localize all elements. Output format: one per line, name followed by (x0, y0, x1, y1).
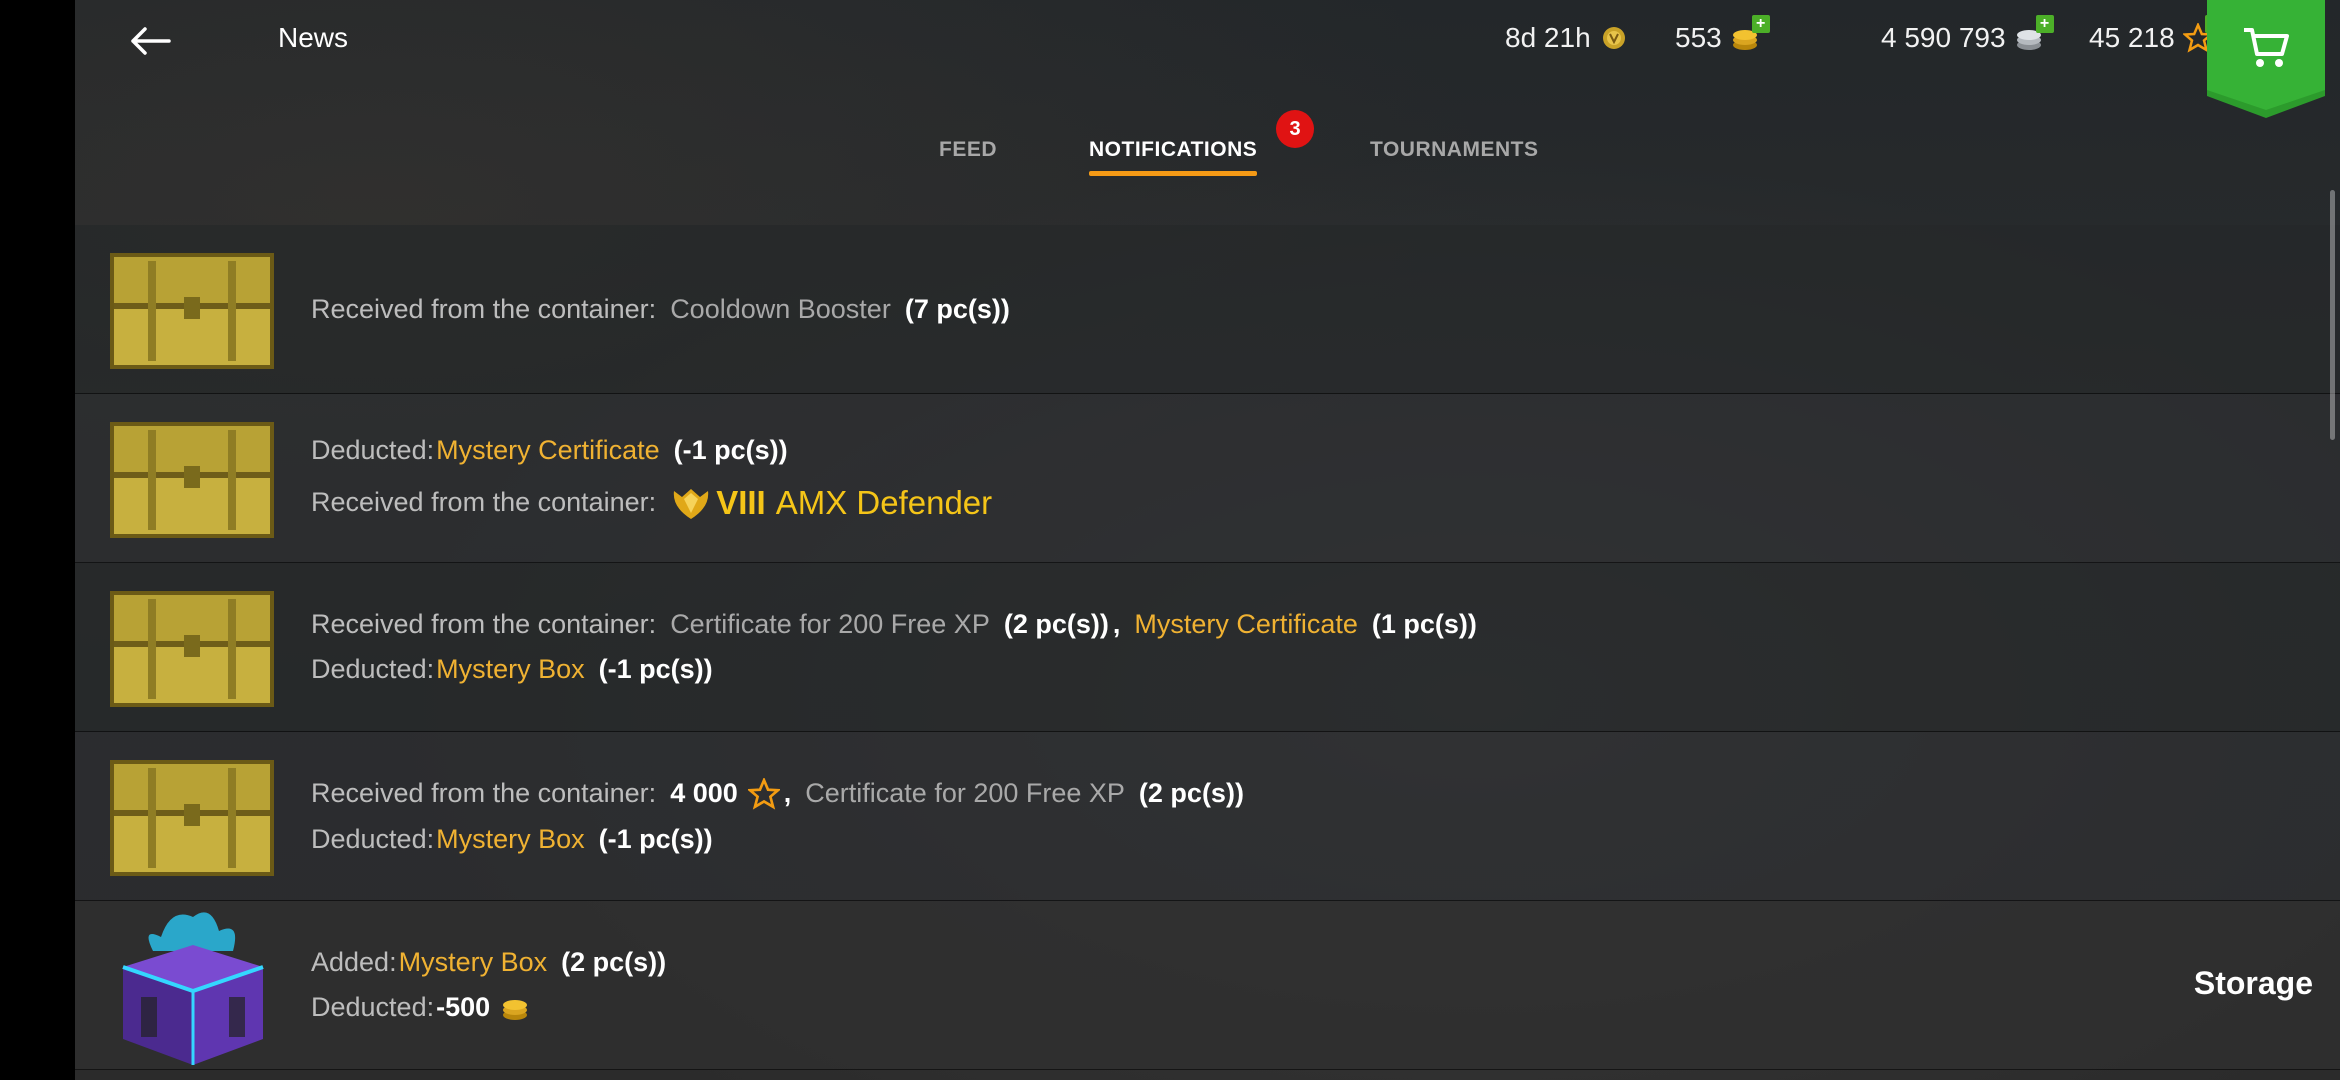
list-item[interactable]: Received from the container: Cooldown Bo… (75, 225, 2340, 394)
gold-coins-icon: + (1730, 15, 1770, 53)
trophy-icon (1602, 27, 1625, 49)
chest-icon (110, 253, 274, 369)
page-title: News (278, 22, 349, 53)
item-quantity: (-1 pc(s)) (598, 823, 713, 854)
tab-feed[interactable]: FEED (939, 138, 997, 162)
item-quantity: (-1 pc(s)) (598, 654, 713, 684)
notification-text: Deducted: Mystery Certificate (-1 pc(s))… (311, 394, 992, 562)
separator: , (783, 778, 792, 808)
add-gold-icon[interactable]: + (1751, 15, 1770, 33)
item-quantity: (2 pc(s)) (561, 947, 667, 977)
storage-button[interactable]: Storage (2194, 965, 2313, 1002)
mystery-box-icon (122, 912, 264, 1065)
top-bar: News 8d 21h 553 + 4 590 793 + 45 218 (75, 0, 2340, 118)
item-quantity: (2 pc(s)) (1138, 778, 1244, 808)
line-label: Received from the container: (311, 487, 657, 517)
list-item[interactable]: Added: Mystery Box (2 pc(s)) Deducted: -… (75, 901, 2340, 1070)
free-xp-amount: 45 218 (2089, 22, 2175, 53)
vehicle-name: AMX Defender (775, 483, 993, 521)
gold-coins-icon (503, 999, 528, 1020)
credits-amount: 4 590 793 (1881, 22, 2006, 53)
line-label: Deducted: (311, 654, 435, 684)
item-quantity: (7 pc(s)) (904, 293, 1010, 324)
item-name: Mystery Box (398, 947, 548, 977)
vehicle-tier: VIII (716, 483, 766, 521)
chest-icon (110, 422, 274, 538)
notification-text: Received from the container: 4 000 , Cer… (311, 732, 1250, 900)
line-label: Added: (311, 947, 397, 977)
cart-icon (2244, 28, 2289, 67)
add-credits-icon[interactable]: + (2035, 15, 2054, 33)
free-xp-amount-received: 4 000 (670, 778, 738, 808)
line-label: Received from the container: (311, 778, 657, 808)
separator: , (1112, 609, 1121, 639)
line-label: Deducted: (311, 992, 435, 1022)
item-name-2: Mystery Certificate (1134, 609, 1358, 639)
notification-count-badge: 3 (1276, 110, 1314, 148)
gold-balance[interactable]: 553 + (1675, 15, 1770, 54)
item-name: Mystery Box (436, 654, 585, 684)
shop-button[interactable] (2207, 0, 2325, 118)
notification-line: Received from the container: Cooldown Bo… (311, 294, 1016, 325)
notification-text: Received from the container: Cooldown Bo… (311, 225, 1016, 393)
tab-tournaments[interactable]: TOURNAMENTS (1370, 138, 1538, 162)
notification-line: Deducted: -500 (311, 992, 672, 1023)
arrow-left-icon (131, 27, 171, 55)
item-quantity: (2 pc(s)) (1003, 609, 1109, 639)
notification-line: Received from the container: 4 000 , Cer… (311, 777, 1250, 810)
timer-text: 8d 21h (1505, 22, 1591, 53)
chest-icon (110, 760, 274, 876)
chest-icon (110, 591, 274, 707)
line-label: Deducted: (311, 434, 435, 465)
tier-emblem-icon (673, 488, 709, 519)
list-item[interactable]: Deducted: Mystery Certificate (-1 pc(s))… (75, 394, 2340, 563)
notification-list: Received from the container: Cooldown Bo… (75, 225, 2340, 1070)
list-item[interactable]: Received from the container: 4 000 , Cer… (75, 732, 2340, 901)
item-name: Mystery Certificate (436, 434, 660, 465)
active-tab-indicator (1089, 171, 1258, 176)
star-icon (747, 777, 780, 810)
list-item[interactable]: Received from the container: Certificate… (75, 563, 2340, 732)
notification-line: Deducted: Mystery Certificate (-1 pc(s)) (311, 435, 992, 466)
notification-line: Received from the container: Certificate… (311, 609, 1483, 640)
credits-balance[interactable]: 4 590 793 + (1881, 15, 2054, 54)
notification-text: Added: Mystery Box (2 pc(s)) Deducted: -… (311, 901, 672, 1069)
free-xp-balance[interactable]: 45 218 + (2089, 15, 2223, 54)
item-name: Cooldown Booster (670, 293, 891, 324)
notification-line: Received from the container: VIII AMX De… (311, 484, 992, 522)
scrollbar[interactable] (2330, 190, 2335, 440)
notification-line: Added: Mystery Box (2 pc(s)) (311, 947, 672, 978)
item-name: Mystery Box (436, 823, 585, 854)
line-label: Deducted: (311, 823, 435, 854)
tab-bar: FEED NOTIFICATIONS TOURNAMENTS (75, 120, 2340, 190)
line-label: Received from the container: (311, 293, 657, 324)
item-quantity: (-1 pc(s)) (673, 434, 788, 465)
tab-notifications[interactable]: NOTIFICATIONS (1089, 138, 1258, 176)
news-screen: News 8d 21h 553 + 4 590 793 + 45 218 FEE… (75, 0, 2340, 1080)
item-name: Certificate for 200 Free XP (805, 778, 1125, 808)
back-button[interactable] (125, 16, 175, 66)
silver-coins-icon: + (2014, 15, 2054, 53)
notification-line: Deducted: Mystery Box (-1 pc(s)) (311, 654, 1483, 685)
tab-notifications-label: NOTIFICATIONS (1089, 138, 1258, 161)
notification-line: Deducted: Mystery Box (-1 pc(s)) (311, 824, 1250, 855)
item-quantity-2: (1 pc(s)) (1371, 609, 1477, 639)
line-label: Received from the container: (311, 609, 657, 639)
event-timer[interactable]: 8d 21h (1505, 22, 1629, 54)
notification-text: Received from the container: Certificate… (311, 563, 1483, 731)
gold-amount: 553 (1675, 22, 1722, 53)
gold-deducted: -500 (436, 992, 491, 1022)
item-name: Certificate for 200 Free XP (670, 609, 990, 639)
